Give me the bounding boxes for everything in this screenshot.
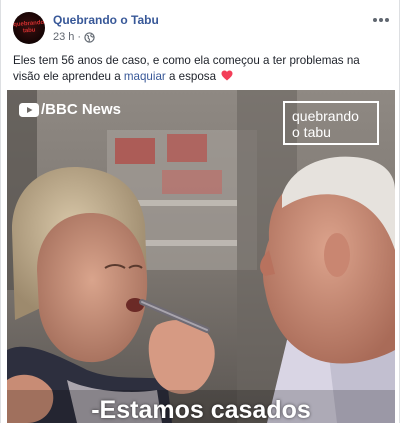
meta-separator: ·: [77, 31, 82, 43]
youtube-icon: [19, 102, 39, 117]
heart-icon: [221, 70, 233, 81]
bbc-news-label: /BBC News: [41, 101, 122, 118]
more-options-icon[interactable]: [373, 14, 389, 26]
avatar-logo-text: quebrando tabu: [13, 19, 45, 35]
post-caption: Eles tem 56 anos de caso, e como ela com…: [13, 53, 389, 85]
globe-icon[interactable]: [84, 31, 95, 43]
post-header: quebrando tabu Quebrando o Tabu 23 h ·: [13, 12, 389, 46]
facebook-post: quebrando tabu Quebrando o Tabu 23 h · E…: [0, 0, 400, 423]
video-subtitle: -Estamos casados: [91, 396, 311, 423]
watermark-box: quebrando o tabu: [283, 101, 379, 145]
caption-text-end: a esposa: [165, 70, 217, 83]
watermark-line-1: quebrando: [292, 108, 359, 124]
page-avatar[interactable]: quebrando tabu: [13, 12, 45, 44]
video-source-label: /BBC News: [19, 101, 121, 118]
caption-hashtag-link[interactable]: maquiar: [124, 70, 166, 83]
video-player[interactable]: /BBC News quebrando o tabu -Estamos casa…: [7, 90, 395, 423]
page-name-link[interactable]: Quebrando o Tabu: [53, 13, 159, 27]
post-timestamp[interactable]: 23 h: [53, 31, 74, 43]
watermark-line-2: o tabu: [292, 124, 331, 140]
post-meta: 23 h ·: [53, 31, 95, 43]
